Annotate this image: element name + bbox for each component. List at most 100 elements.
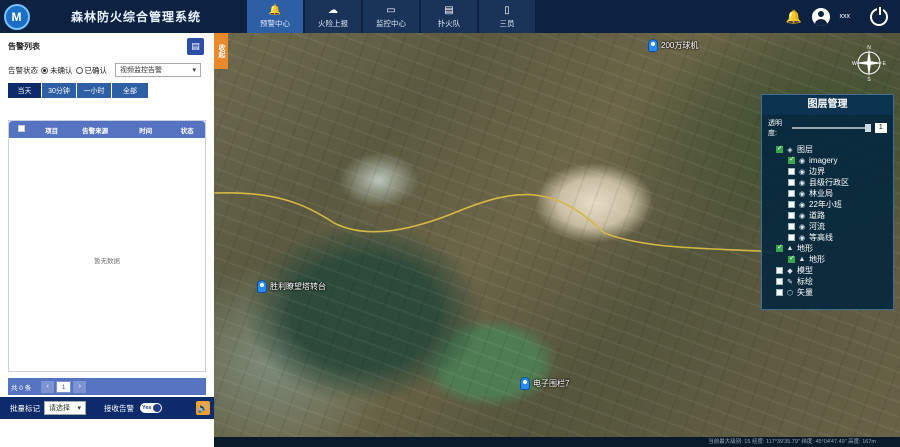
compass-e: E bbox=[883, 61, 887, 67]
time-today-button[interactable]: 当天 bbox=[8, 83, 41, 98]
layer-checkbox[interactable] bbox=[788, 254, 795, 263]
layer-tree: ◈图层◉imagery◉边界◉县级行政区◉林业局◉22年小班◉道路◉河流◉等高线… bbox=[762, 141, 893, 298]
batch-select-value: 请选择 bbox=[49, 405, 70, 412]
layer-item[interactable]: ◉ 22年小班 bbox=[762, 199, 893, 210]
power-icon[interactable] bbox=[870, 6, 888, 26]
layer-checkbox[interactable] bbox=[788, 212, 795, 219]
compass-w: W bbox=[852, 61, 857, 67]
export-icon[interactable]: ▤ bbox=[187, 37, 204, 55]
time-1hour-button[interactable]: 一小时 bbox=[77, 83, 111, 98]
opacity-input[interactable]: 1 bbox=[874, 123, 887, 133]
layer-item[interactable]: ◉ 边界 bbox=[762, 166, 893, 177]
layer-label: 图层 bbox=[797, 145, 813, 154]
layer-checkbox[interactable] bbox=[788, 168, 795, 175]
collapse-panel-button[interactable]: 收起 bbox=[214, 33, 228, 69]
time-30min-button[interactable]: 30分钟 bbox=[42, 83, 76, 98]
layer-item[interactable]: ◉ 河流 bbox=[762, 221, 893, 232]
avatar[interactable] bbox=[811, 7, 830, 26]
total-count: 共 0 条 bbox=[11, 384, 32, 392]
map-marker-fence[interactable]: 电子围栏7 bbox=[520, 377, 569, 390]
prev-page-button[interactable]: ‹ bbox=[41, 380, 55, 393]
layer-item[interactable]: ◈ 图层 bbox=[762, 144, 893, 155]
compass-icon[interactable]: N S E W bbox=[851, 45, 887, 81]
layer-item[interactable]: ◆ 模型 bbox=[762, 265, 893, 276]
layer-label: 道路 bbox=[809, 211, 825, 220]
layer-label: 边界 bbox=[809, 167, 825, 176]
layer-item[interactable]: ◉ 道路 bbox=[762, 210, 893, 221]
tab-three-staff[interactable]: ▯ 三员 bbox=[479, 0, 535, 33]
tab-warning-center[interactable]: 🔔 预警中心 bbox=[247, 0, 303, 33]
layer-label: 地形 bbox=[797, 244, 813, 253]
layer-checkbox[interactable] bbox=[788, 155, 795, 164]
opacity-row: 透明度: 1 bbox=[762, 115, 893, 141]
col-status: 状态 bbox=[180, 127, 194, 135]
receive-alarm-toggle[interactable]: Yes bbox=[140, 403, 162, 413]
layer-checkbox[interactable] bbox=[776, 144, 783, 153]
time-all-button[interactable]: 全部 bbox=[112, 83, 148, 98]
alarm-table: 项目 告警来源 时间 状态 暂无数据 bbox=[8, 120, 206, 372]
receive-alarm-label: 接收告警 bbox=[104, 403, 134, 413]
empty-message: 暂无数据 bbox=[94, 258, 120, 265]
select-all-checkbox[interactable] bbox=[18, 125, 26, 132]
notification-bell-icon[interactable]: 🔔 bbox=[786, 9, 802, 25]
layer-checkbox[interactable] bbox=[776, 243, 783, 252]
layer-panel: 图层管理 透明度: 1 ◈图层◉imagery◉边界◉县级行政区◉林业局◉22年… bbox=[761, 94, 894, 310]
layer-item[interactable]: ▲地形 bbox=[762, 243, 893, 254]
layer-item[interactable]: ⬡ 矢量 bbox=[762, 287, 893, 298]
speaker-icon[interactable]: 🔊 bbox=[196, 401, 210, 415]
map-marker-camera[interactable]: 200万球机 bbox=[648, 39, 698, 52]
tab-label: 预警中心 bbox=[260, 18, 290, 28]
batch-select[interactable]: 请选择 ▾ bbox=[44, 401, 86, 415]
layer-label: 矢量 bbox=[797, 288, 813, 297]
layer-item[interactable]: ◉ 林业局 bbox=[762, 188, 893, 199]
marker-label: 电子围栏7 bbox=[533, 379, 570, 388]
layer-label: 河流 bbox=[809, 222, 825, 231]
radio-unconfirmed[interactable] bbox=[41, 66, 48, 74]
layer-checkbox[interactable] bbox=[776, 278, 783, 285]
tab-fire-team[interactable]: ▤ 扑火队 bbox=[421, 0, 477, 33]
layer-checkbox[interactable] bbox=[788, 234, 795, 241]
chevron-down-icon: ▾ bbox=[192, 67, 196, 74]
terrain-icon: ▲ bbox=[786, 245, 794, 252]
alarm-list-title: 告警列表 bbox=[8, 41, 40, 51]
layer-checkbox[interactable] bbox=[788, 223, 795, 230]
tab-monitor-center[interactable]: ▭ 监控中心 bbox=[363, 0, 419, 33]
opacity-label: 透明度: bbox=[768, 120, 782, 137]
globe-icon: ◉ bbox=[798, 223, 806, 231]
compass-s: S bbox=[867, 77, 871, 81]
monitor-icon: ▭ bbox=[386, 4, 396, 16]
layer-checkbox[interactable] bbox=[788, 190, 795, 197]
chevron-down-icon: ▾ bbox=[77, 405, 81, 412]
compass-n: N bbox=[867, 45, 871, 51]
layer-item[interactable]: ▲地形 bbox=[762, 254, 893, 265]
tab-label: 监控中心 bbox=[376, 18, 406, 28]
app-logo: M bbox=[0, 0, 33, 33]
globe-icon: ◉ bbox=[798, 234, 806, 242]
layer-item[interactable]: ◉ 等高线 bbox=[762, 232, 893, 243]
layer-label: 22年小班 bbox=[809, 200, 842, 209]
layer-item[interactable]: ◉ 县级行政区 bbox=[762, 177, 893, 188]
cloud-upload-icon: ☁ bbox=[328, 4, 338, 16]
main-nav: 🔔 预警中心 ☁ 火险上报 ▭ 监控中心 ▤ 扑火队 ▯ 三员 bbox=[247, 0, 537, 33]
map-marker-tower[interactable]: 胜利瞭望塔转台 bbox=[257, 280, 326, 293]
globe-icon: ◉ bbox=[798, 168, 806, 176]
layer-item[interactable]: ◉imagery bbox=[762, 155, 893, 166]
layers-icon: ◈ bbox=[787, 146, 793, 154]
layer-label: 林业局 bbox=[809, 189, 833, 198]
alarm-type-select[interactable]: 视频监控告警 ▾ bbox=[115, 63, 201, 77]
radio-unconfirmed-label: 未确认 bbox=[50, 65, 73, 75]
layer-checkbox[interactable] bbox=[788, 179, 795, 186]
username: xxx bbox=[839, 13, 851, 20]
layer-checkbox[interactable] bbox=[776, 289, 783, 296]
next-page-button[interactable]: › bbox=[73, 380, 87, 393]
radio-confirmed[interactable] bbox=[75, 66, 83, 74]
page-number[interactable]: 1 bbox=[56, 380, 72, 393]
opacity-slider[interactable] bbox=[792, 124, 871, 132]
app-title: 森林防火综合管理系统 bbox=[71, 10, 202, 24]
layer-item[interactable]: ✎ 标绘 bbox=[762, 276, 893, 287]
layer-checkbox[interactable] bbox=[788, 201, 795, 208]
layer-label: 模型 bbox=[797, 266, 813, 275]
layer-checkbox[interactable] bbox=[776, 267, 783, 274]
pen-icon: ✎ bbox=[787, 278, 793, 286]
tab-fire-report[interactable]: ☁ 火险上报 bbox=[305, 0, 361, 33]
